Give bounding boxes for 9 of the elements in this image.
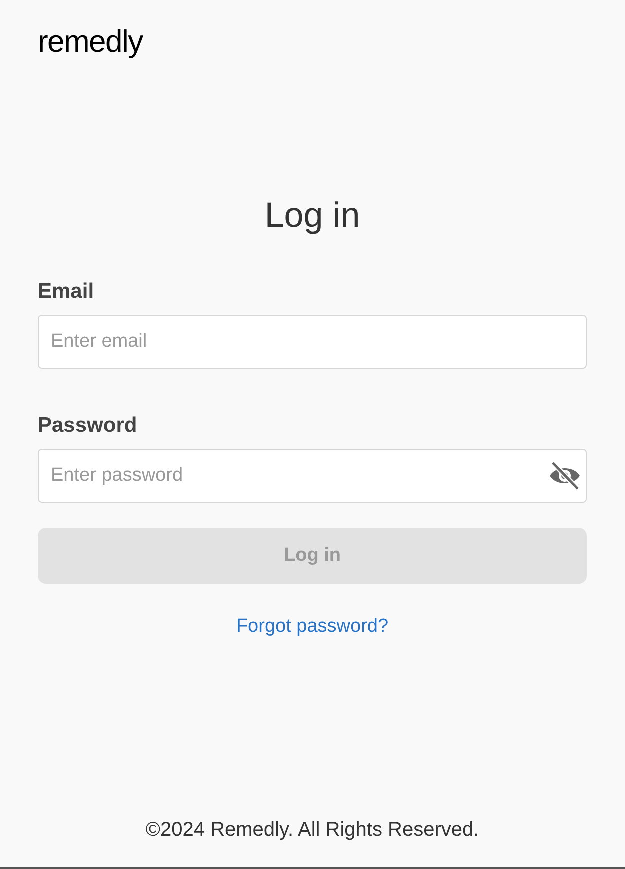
field-label: Password — [38, 415, 138, 436]
forgot-password-link[interactable]: Forgot password? — [236, 613, 389, 642]
email-field[interactable]: Enter email — [38, 315, 587, 369]
eye-off-icon[interactable] — [548, 461, 582, 491]
logo: remedly — [38, 24, 143, 59]
password-field[interactable]: Enter password — [38, 449, 587, 503]
copyright-text: ©2024 Remedly. All Rights Reserved. — [146, 818, 480, 843]
field-label: Email — [38, 281, 96, 302]
page-title: Log in — [264, 198, 360, 233]
